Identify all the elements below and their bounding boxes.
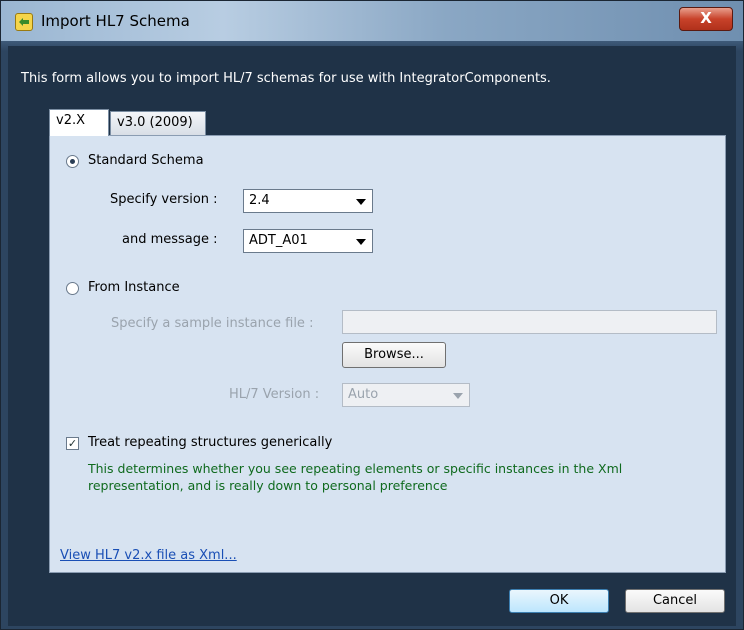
cancel-button[interactable]: Cancel [625,589,725,613]
close-button[interactable]: X [679,7,733,31]
repeating-checkbox[interactable]: ✓ [66,437,79,450]
from-instance-label: From Instance [88,280,180,295]
ok-button[interactable]: OK [509,589,609,613]
chevron-down-icon [356,239,366,245]
message-value: ADT_A01 [249,233,308,248]
close-icon: X [700,9,712,27]
chevron-down-icon [453,393,463,399]
browse-button[interactable]: Browse... [342,342,446,368]
version-value: 2.4 [249,193,270,208]
message-select[interactable]: ADT_A01 [243,229,373,253]
hl7-version-value: Auto [348,387,379,402]
sample-file-input[interactable] [342,310,717,334]
title-bar[interactable]: Import HL7 Schema X [1,1,743,41]
hl7-version-select[interactable]: Auto [342,383,470,407]
app-icon [15,13,33,31]
view-xml-link[interactable]: View HL7 v2.x file as Xml... [60,548,237,563]
dialog-description: This form allows you to import HL/7 sche… [21,71,551,86]
version-select[interactable]: 2.4 [243,189,373,213]
from-instance-radio[interactable] [66,282,79,295]
tab-panel-v2x: Standard Schema Specify version : 2.4 an… [49,135,726,573]
repeating-note: This determines whether you see repeatin… [88,461,623,493]
standard-schema-radio[interactable] [66,155,79,168]
specify-version-label: Specify version : [110,192,218,207]
message-label: and message : [122,232,218,247]
tab-v3[interactable]: v3.0 (2009) [110,111,206,135]
chevron-down-icon [356,199,366,205]
tab-v2x[interactable]: v2.X [49,109,109,136]
hl7-version-label: HL/7 Version : [229,387,320,402]
checkmark-icon: ✓ [67,437,78,450]
standard-schema-label: Standard Schema [88,153,204,168]
sample-file-label: Specify a sample instance file : [111,316,314,331]
repeating-label: Treat repeating structures generically [88,435,333,450]
window-title: Import HL7 Schema [41,12,190,30]
import-hl7-dialog: Import HL7 Schema X This form allows you… [0,0,744,630]
